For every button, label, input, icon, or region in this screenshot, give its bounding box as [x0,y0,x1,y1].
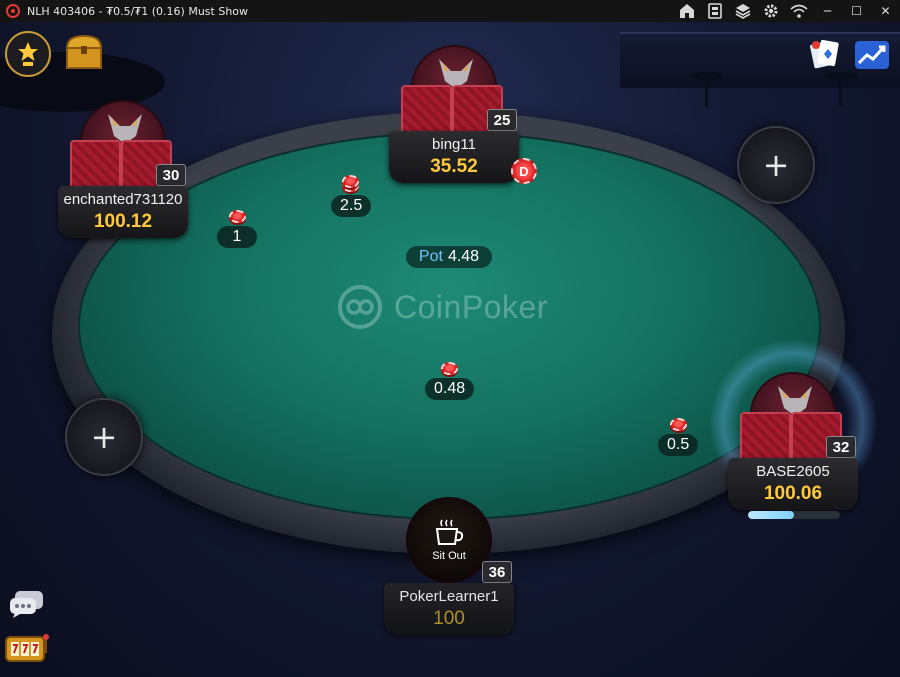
nameplate: enchanted731120 100.12 [58,186,188,238]
player-chips: 100.06 [763,483,823,504]
dealer-button: D [511,158,537,184]
bet-enchanted731120: 1 [217,210,257,248]
bet-amount: 0.5 [658,434,699,456]
card-back [401,85,452,135]
player-name: PokerLearner1 [399,588,499,605]
turn-timer-fill [748,511,794,519]
empty-seat-top-right[interactable]: + [737,126,815,204]
sit-out-overlay[interactable]: Sit Out [406,497,492,583]
slot-machine-777-icon [5,634,49,662]
pot-amount: 4.48 [447,248,480,265]
title-bar: NLH 403406 - ₮0.5/₮1 (0.16) Must Show ─ … [0,0,900,22]
stats-chart-button[interactable] [852,38,892,72]
wifi-connection-icon [790,2,808,20]
player-badge: 36 [482,561,512,583]
chat-button[interactable] [8,588,46,620]
player-name: bing11 [432,136,476,153]
treasure-chest-icon [65,34,103,69]
minimize-button[interactable]: ─ [813,0,842,22]
settings-gear-icon[interactable] [762,2,780,20]
chip-stack-icon [342,175,360,192]
layers-icon[interactable] [734,2,752,20]
empty-seat-left[interactable]: + [65,398,143,476]
nameplate: BASE2605 100.06 [728,458,858,510]
background-stool-leg [705,77,708,107]
chip-icon [441,362,459,375]
coffee-cup-icon [435,519,464,545]
cards-reveal-button[interactable] [806,36,842,72]
trend-chart-icon [855,41,889,69]
table-layout-icon[interactable] [706,2,724,20]
player-badge: 30 [156,164,186,186]
player-badge: 32 [826,436,856,458]
home-lobby-icon[interactable] [678,2,696,20]
bet-pokerlearner1: 0.48 [425,362,475,400]
bet-amount: 1 [217,226,257,248]
seat-bing11[interactable]: 25 bing11 35.52 [389,45,519,185]
player-name: BASE2605 [756,463,830,480]
pot-display: Pot 4.48 [406,246,492,268]
player-chips: 100.12 [93,211,153,232]
playing-cards-icon [810,39,839,69]
turn-timer-bar [748,511,840,519]
coinpoker-brand-icon [338,285,382,329]
chat-bubbles-icon [10,591,43,618]
player-name: enchanted731120 [63,191,183,208]
player-badge: 25 [487,109,517,131]
nameplate: PokerLearner1 100 [384,583,514,635]
sit-out-label: Sit Out [432,550,466,562]
felt-brand-logo: CoinPoker [338,285,548,329]
seat-base2605[interactable]: 32 BASE2605 100.06 [728,372,858,512]
pot-label: Pot [418,248,443,265]
treasure-chest-button[interactable] [62,31,106,73]
card-back [70,140,121,190]
player-chips: 100 [433,608,465,629]
rewards-star-button[interactable] [5,31,51,77]
felt-brand-text: CoinPoker [394,288,548,325]
close-button[interactable]: ✕ [871,0,900,22]
background-stool-leg [839,77,842,107]
bet-amount: 0.48 [425,378,475,400]
maximize-button[interactable]: ☐ [842,0,871,22]
player-chips: 35.52 [430,156,478,177]
bet-amount: 2.5 [331,195,372,217]
star-trophy-icon [18,42,38,66]
bet-bing11: 2.5 [331,175,372,217]
bet-base2605: 0.5 [658,418,699,456]
window-title: NLH 403406 - ₮0.5/₮1 (0.16) Must Show [27,4,249,18]
coinpoker-logo-icon [6,4,20,18]
chip-icon [669,418,687,431]
card-back [740,412,791,462]
nameplate: bing11 35.52 [389,131,519,183]
chip-icon [228,210,246,223]
seat-pokerlearner1[interactable]: Sit Out 36 PokerLearner1 100 [384,497,514,637]
seat-enchanted731120[interactable]: 30 enchanted731120 100.12 [58,100,188,240]
slot-machine-button[interactable] [4,630,50,666]
